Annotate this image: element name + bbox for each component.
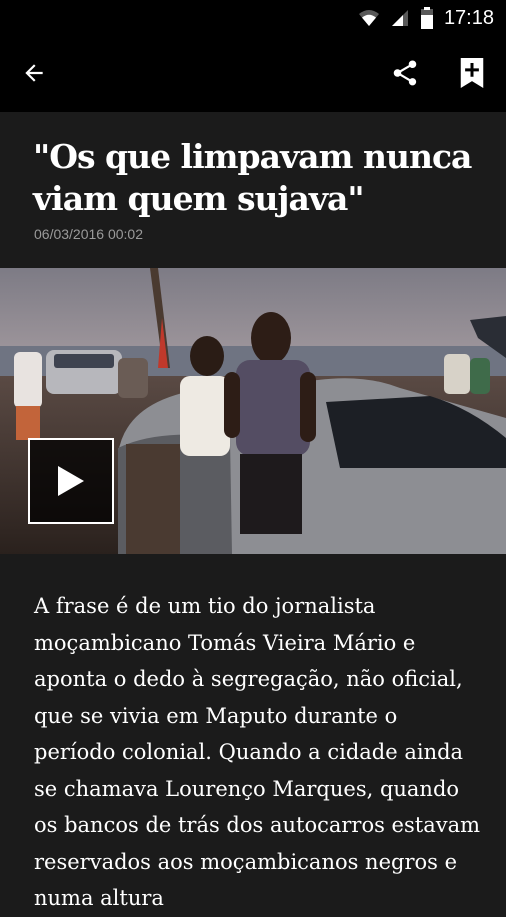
bookmark-add-icon	[460, 58, 484, 88]
article-body: A frase é de um tio do jornalista moçamb…	[34, 594, 481, 910]
article-date: 06/03/2016 00:02	[34, 226, 143, 242]
play-icon	[58, 466, 84, 496]
share-button[interactable]	[383, 51, 427, 95]
article-headline: "Os que limpavam nunca viam quem sujava"	[33, 137, 472, 218]
app-bar	[0, 36, 506, 112]
signal-icon	[391, 10, 408, 26]
wifi-icon	[358, 10, 379, 26]
status-icons: 17:18	[358, 6, 494, 30]
status-time: 17:18	[443, 6, 494, 29]
play-video-button[interactable]	[28, 438, 114, 524]
article-header: "Os que limpavam nunca viam quem sujava"…	[0, 112, 506, 268]
status-bar: 17:18	[0, 0, 506, 36]
battery-icon	[420, 7, 433, 29]
share-icon	[393, 60, 417, 86]
back-button[interactable]	[12, 51, 56, 95]
bookmark-button[interactable]	[450, 51, 494, 95]
arrow-left-icon	[25, 64, 43, 82]
